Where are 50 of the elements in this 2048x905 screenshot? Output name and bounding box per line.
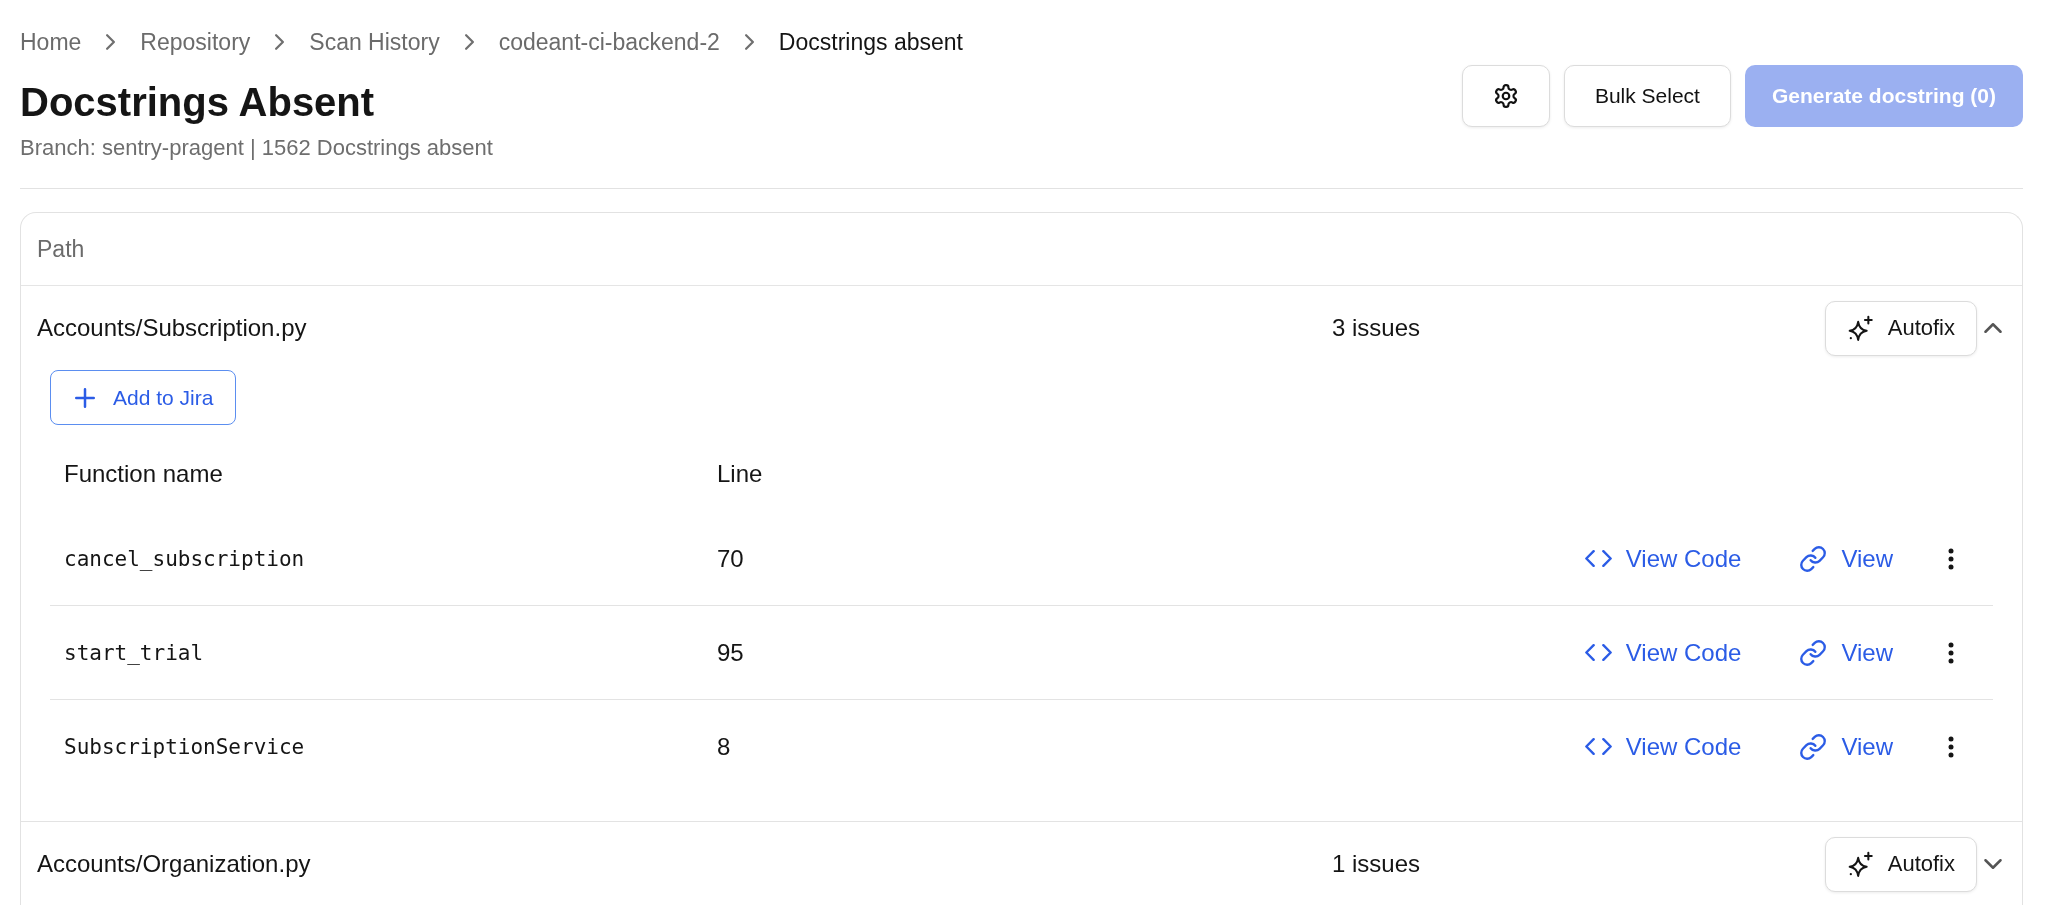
autofix-button[interactable]: Autofix	[1824, 836, 1977, 892]
table-cell: start_trial	[64, 640, 204, 665]
breadcrumb-link[interactable]: Home	[20, 27, 82, 57]
column-header: Function name	[64, 459, 223, 488]
view-code-link[interactable]: View Code	[1584, 638, 1742, 667]
bulk-select-button[interactable]: Bulk Select	[1563, 65, 1731, 127]
chevron-right-icon	[744, 34, 754, 50]
chevron-right-icon	[106, 34, 116, 50]
gear-icon	[1493, 84, 1518, 108]
add-to-jira-button[interactable]: Add to Jira	[50, 370, 237, 425]
sparkle-icon	[1847, 851, 1874, 877]
view-link[interactable]: View	[1800, 544, 1893, 573]
chevron-down-icon[interactable]	[1984, 859, 2002, 869]
link-icon	[1800, 545, 1827, 572]
autofix-button[interactable]: Autofix	[1824, 300, 1977, 356]
kebab-menu-icon[interactable]	[1948, 641, 1954, 664]
table-cell: 95	[717, 638, 744, 667]
view-link[interactable]: View	[1800, 732, 1893, 761]
link-icon	[1800, 639, 1827, 666]
chevron-up-icon[interactable]	[1984, 323, 2002, 333]
breadcrumb-link[interactable]: codeant-ci-backend-2	[498, 27, 720, 57]
plus-icon	[75, 387, 95, 408]
table-cell: 8	[717, 732, 731, 761]
code-icon	[1584, 550, 1612, 567]
kebab-menu-icon[interactable]	[1948, 547, 1954, 570]
link-icon	[1800, 733, 1827, 760]
file-path: Accounts/Organization.py	[37, 850, 311, 878]
page-title: Docstrings Absent	[20, 79, 375, 126]
page-subtitle: Branch: sentry-pragent | 1562 Docstrings absent	[20, 134, 493, 162]
chevron-right-icon	[464, 34, 474, 50]
column-header: Line	[717, 459, 763, 488]
chevron-right-icon	[275, 34, 285, 50]
issue-count: 1 issues	[1332, 850, 1421, 878]
column-header: Path	[37, 235, 85, 263]
breadcrumb-current: Docstrings absent	[778, 28, 963, 57]
sparkle-icon	[1847, 315, 1874, 341]
breadcrumb-link[interactable]: Repository	[140, 27, 251, 57]
view-link[interactable]: View	[1800, 638, 1893, 667]
table-cell: 70	[717, 544, 744, 573]
file-path: Accounts/Subscription.py	[37, 314, 307, 342]
table-cell: SubscriptionService	[64, 734, 305, 759]
view-code-link[interactable]: View Code	[1584, 732, 1742, 761]
code-icon	[1584, 738, 1612, 755]
view-code-link[interactable]: View Code	[1584, 544, 1742, 573]
kebab-menu-icon[interactable]	[1948, 735, 1954, 758]
breadcrumb-link[interactable]: Scan History	[309, 27, 440, 57]
table-cell: cancel_subscription	[64, 546, 305, 571]
settings-button[interactable]	[1461, 65, 1550, 127]
issue-count: 3 issues	[1332, 314, 1421, 342]
code-icon	[1584, 644, 1612, 661]
